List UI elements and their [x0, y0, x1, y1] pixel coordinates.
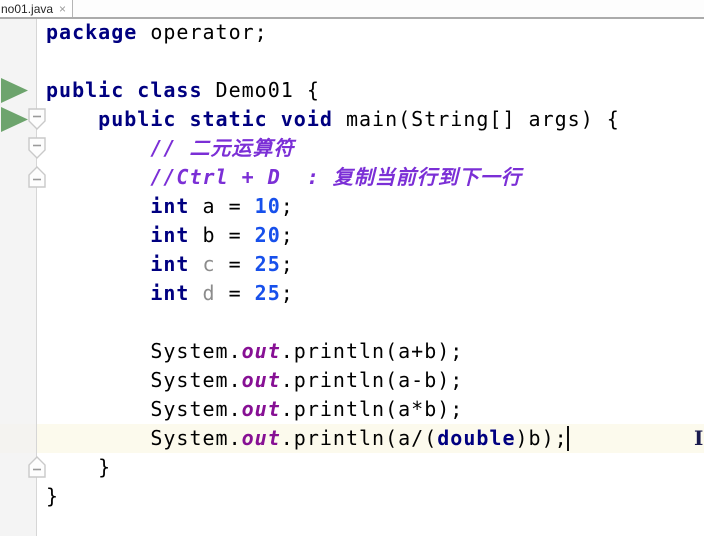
code-segment-plain: .println(a-b);: [280, 368, 464, 392]
right-edge-partial-text: I: [694, 426, 704, 450]
code-segment-plain: [46, 281, 150, 305]
code-segment-plain: .println(a/(: [280, 426, 438, 450]
code-segment-plain: ;: [280, 252, 294, 276]
code-line[interactable]: package operator;: [46, 18, 620, 47]
code-segment-keyword: double: [437, 426, 516, 450]
fold-start-icon[interactable]: [28, 108, 46, 135]
code-segment-field: out: [241, 426, 281, 450]
code-segment-keyword: int: [150, 223, 190, 247]
code-segment-plain: [46, 194, 150, 218]
code-segment-plain: =: [215, 281, 255, 305]
code-segment-plain: b =: [189, 223, 255, 247]
code-segment-field: out: [241, 397, 281, 421]
code-segment-field: out: [241, 339, 281, 363]
code-segment-unused: c: [202, 252, 216, 276]
code-segment-plain: System.: [46, 339, 242, 363]
code-segment-plain: ;: [280, 281, 294, 305]
code-segment-plain: [46, 165, 150, 189]
code-line[interactable]: // 二元运算符: [46, 134, 620, 163]
code-line[interactable]: }: [46, 482, 620, 511]
code-segment-keyword: int: [150, 252, 190, 276]
code-line[interactable]: System.out.println(a-b);: [46, 366, 620, 395]
code-segment-number: 25: [254, 252, 281, 276]
code-line[interactable]: int c = 25;: [46, 250, 620, 279]
code-line[interactable]: System.out.println(a+b);: [46, 337, 620, 366]
code-segment-plain: a =: [189, 194, 255, 218]
code-segment-plain: Demo01 {: [202, 78, 320, 102]
code-segment-keyword: int: [150, 281, 190, 305]
code-line[interactable]: //Ctrl + D : 复制当前行到下一行: [46, 163, 620, 192]
code-line[interactable]: }: [46, 453, 620, 482]
code-segment-number: 20: [254, 223, 281, 247]
code-segment-number: 25: [254, 281, 281, 305]
code-line[interactable]: System.out.println(a/(double)b);: [46, 424, 620, 453]
code-segment-number: 10: [254, 194, 281, 218]
tab-close-icon[interactable]: ×: [59, 3, 66, 15]
code-segment-plain: }: [46, 484, 60, 508]
code-segment-keyword: public static void: [98, 107, 333, 131]
code-segment-plain: )b);: [515, 426, 568, 450]
code-segment-plain: main(String[] args) {: [332, 107, 620, 131]
code-line[interactable]: System.out.println(a*b);: [46, 395, 620, 424]
code-segment-plain: }: [46, 455, 112, 479]
code-segment-plain: System.: [46, 426, 242, 450]
code-segment-plain: ;: [280, 194, 294, 218]
code-line[interactable]: public class Demo01 {: [46, 76, 620, 105]
text-caret: [567, 426, 569, 451]
fold-end-icon[interactable]: [28, 456, 46, 483]
code-segment-unused: d: [202, 281, 216, 305]
code-line[interactable]: int d = 25;: [46, 279, 620, 308]
code-segment-plain: .println(a*b);: [280, 397, 464, 421]
code-segment-keyword: public class: [46, 78, 203, 102]
code-line[interactable]: int a = 10;: [46, 192, 620, 221]
code-segment-plain: [46, 252, 150, 276]
code-segment-plain: =: [215, 252, 255, 276]
code-segment-field: out: [241, 368, 281, 392]
code-segment-keyword: int: [150, 194, 190, 218]
code-segment-plain: [46, 136, 150, 160]
code-line[interactable]: public static void main(String[] args) {: [46, 105, 620, 134]
code-segment-plain: [46, 107, 98, 131]
code-segment-plain: [46, 223, 150, 247]
code-lines: package operator; public class Demo01 { p…: [46, 18, 620, 511]
tab-title: no01.java: [1, 1, 54, 16]
code-segment-plain: ;: [280, 223, 294, 247]
code-segment-plain: [189, 281, 202, 305]
code-segment-plain: System.: [46, 368, 242, 392]
ide-window: { "tab": { "title": "no01.java", "close_…: [0, 0, 704, 536]
code-segment-keyword: package: [46, 20, 138, 44]
code-segment-plain: operator;: [137, 20, 268, 44]
code-segment-plain: System.: [46, 397, 242, 421]
code-segment-plain: .println(a+b);: [280, 339, 464, 363]
code-line[interactable]: int b = 20;: [46, 221, 620, 250]
editor-tab-bar: no01.java ×: [0, 0, 704, 19]
code-segment-plain: [189, 252, 202, 276]
code-segment-comment: // 二元运算符: [150, 136, 295, 160]
code-line[interactable]: [46, 47, 620, 76]
code-segment-comment: //Ctrl + D : 复制当前行到下一行: [150, 165, 522, 189]
code-line[interactable]: [46, 308, 620, 337]
tab-no01-java[interactable]: no01.java ×: [0, 0, 74, 17]
fold-end-icon[interactable]: [28, 166, 46, 193]
fold-start-icon[interactable]: [28, 137, 46, 164]
